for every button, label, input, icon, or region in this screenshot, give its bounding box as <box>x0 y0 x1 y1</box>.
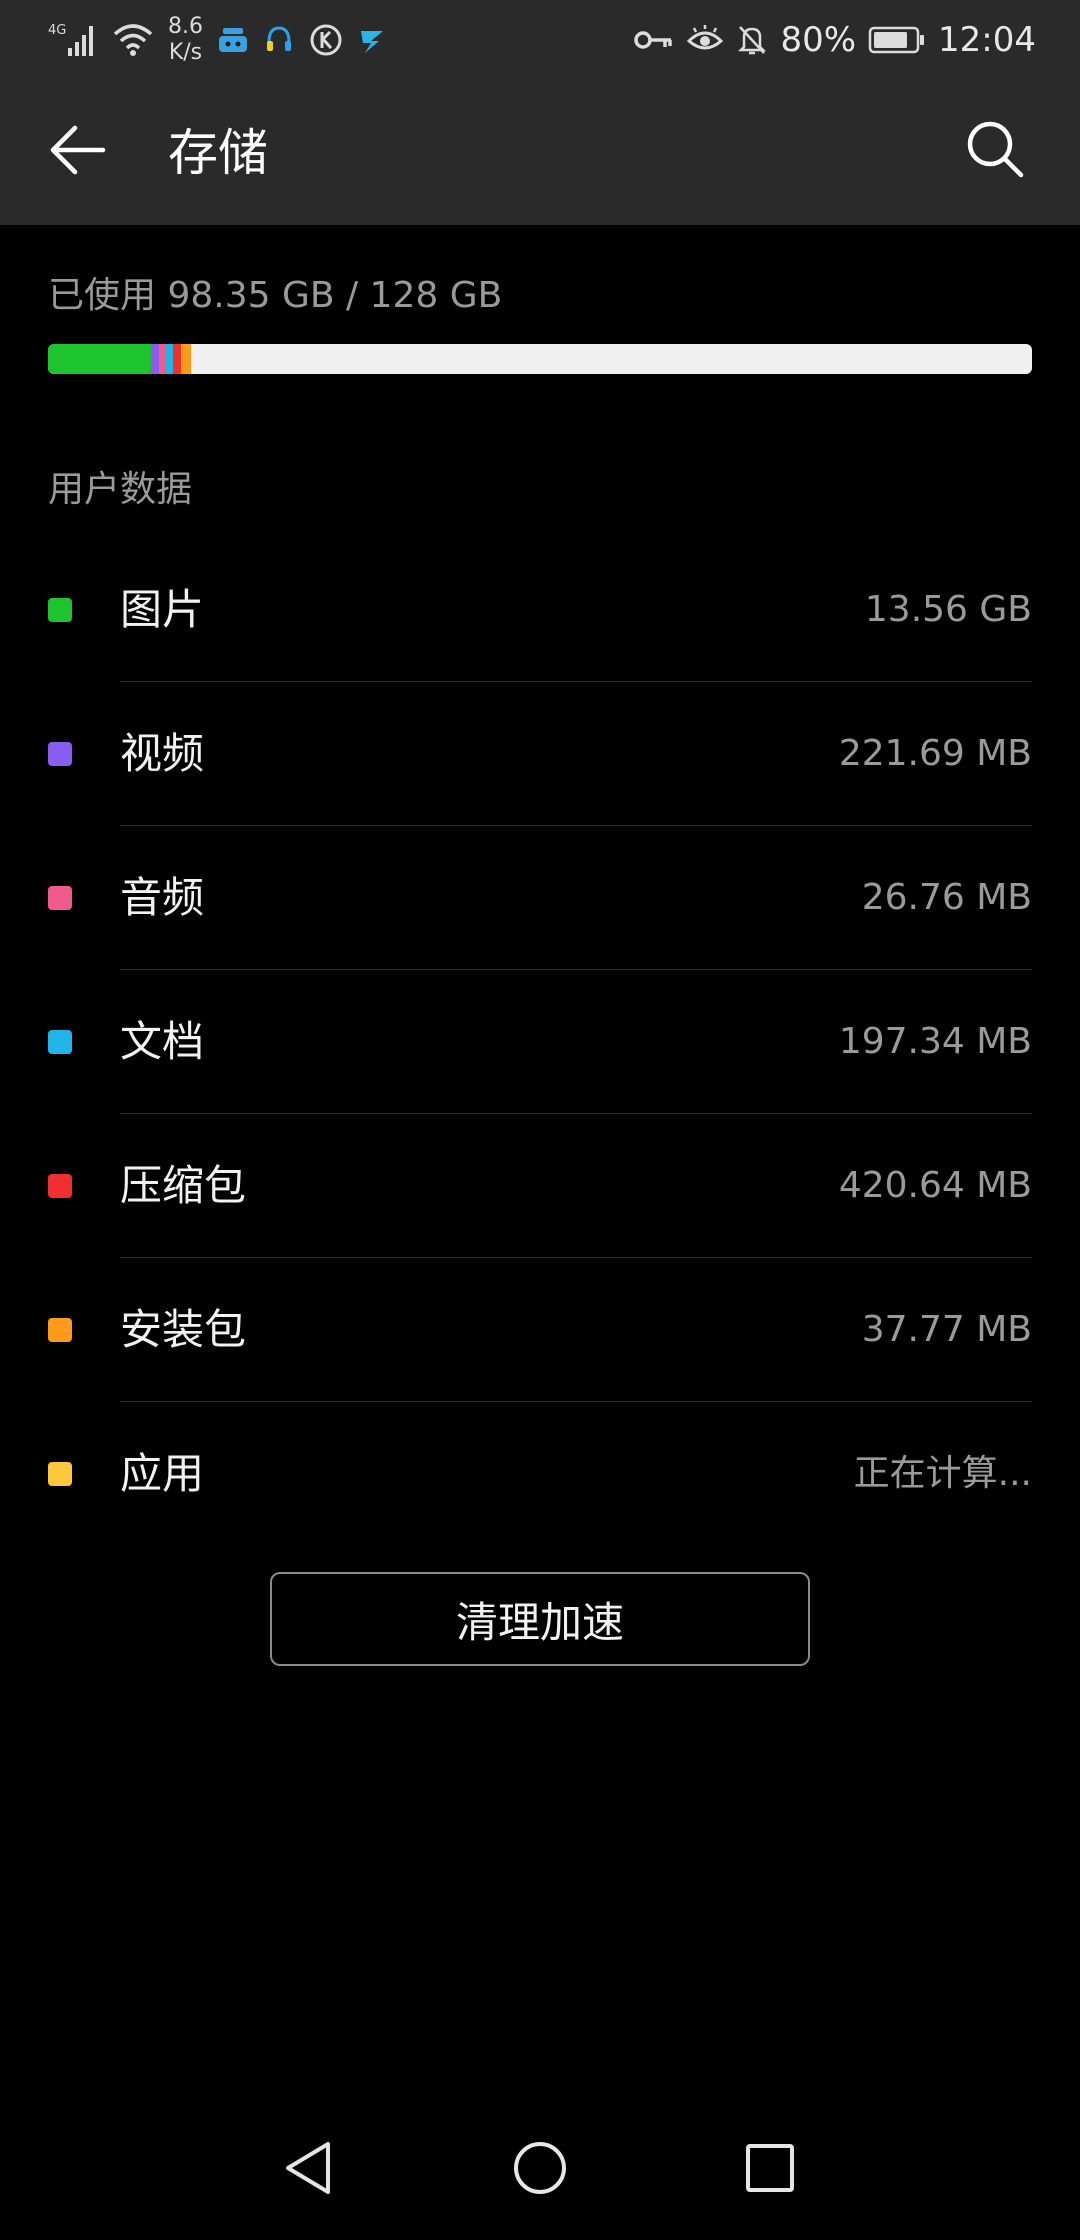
usage-segment-5 <box>180 344 191 374</box>
category-size: 正在计算... <box>853 1453 1032 1494</box>
bolt-app-icon <box>357 25 387 55</box>
net-speed: 8.6 K/s <box>168 14 203 66</box>
category-label: 视频 <box>120 729 205 778</box>
arrow-left-icon <box>47 122 107 182</box>
navigation-bar <box>0 2100 1080 2240</box>
app-notification-icon <box>217 24 249 56</box>
category-label: 图片 <box>120 585 205 634</box>
net-speed-unit: K/s <box>168 40 203 65</box>
category-size: 197.34 MB <box>838 1021 1032 1062</box>
section-header-user-data: 用户数据 <box>48 469 193 510</box>
category-label: 文档 <box>120 1017 205 1066</box>
storage-screen: 4G 8.6 K/s 80% 12:04 存储 已使用 98.35 GB / 1… <box>0 0 1080 2240</box>
storage-usage-text: 已使用 98.35 GB / 128 GB <box>48 275 503 316</box>
category-color-dot <box>48 1318 72 1342</box>
battery-percent: 80% <box>780 20 857 60</box>
category-color-dot <box>48 1174 72 1198</box>
headset-icon <box>263 24 295 56</box>
category-size: 13.56 GB <box>864 589 1032 630</box>
app-bar: 存储 <box>0 80 1080 225</box>
usage-segment-1 <box>151 344 160 374</box>
category-size: 221.69 MB <box>838 733 1032 774</box>
category-color-dot <box>48 886 72 910</box>
usage-segment-3 <box>165 344 173 374</box>
category-row-audio[interactable]: 音频 26.76 MB <box>0 826 1080 970</box>
category-color-dot <box>48 1462 72 1486</box>
category-label: 安装包 <box>120 1305 247 1354</box>
nav-back-button[interactable] <box>270 2130 350 2210</box>
status-left: 4G 8.6 K/s <box>48 12 387 68</box>
eye-icon <box>686 23 724 57</box>
clean-accelerate-button[interactable]: 清理加速 <box>270 1572 810 1666</box>
category-row-images[interactable]: 图片 13.56 GB <box>0 538 1080 682</box>
category-size: 26.76 MB <box>861 877 1032 918</box>
net-speed-value: 8.6 <box>168 14 203 39</box>
category-label: 音频 <box>120 873 205 922</box>
category-list: 图片 13.56 GB 视频 221.69 MB 音频 26.76 MB 文档 … <box>0 538 1080 1546</box>
back-button[interactable] <box>42 117 112 187</box>
k-app-icon <box>309 23 343 57</box>
usage-segment-4 <box>172 344 181 374</box>
category-row-apps[interactable]: 应用 正在计算... <box>0 1402 1080 1546</box>
status-bar: 4G 8.6 K/s 80% 12:04 <box>0 0 1080 80</box>
category-row-videos[interactable]: 视频 221.69 MB <box>0 682 1080 826</box>
nav-recents-icon <box>740 2138 800 2202</box>
category-color-dot <box>48 598 72 622</box>
category-size: 37.77 MB <box>861 1309 1032 1350</box>
nav-home-icon <box>510 2138 570 2202</box>
key-icon <box>634 25 674 55</box>
category-size: 420.64 MB <box>838 1165 1032 1206</box>
nav-recents-button[interactable] <box>730 2130 810 2210</box>
category-label: 应用 <box>120 1449 205 1498</box>
category-row-documents[interactable]: 文档 197.34 MB <box>0 970 1080 1114</box>
usage-segment-0 <box>48 344 152 374</box>
search-icon <box>965 119 1025 183</box>
search-button[interactable] <box>960 116 1030 186</box>
status-right: 80% 12:04 <box>634 12 1036 68</box>
svg-text:4G: 4G <box>48 23 66 38</box>
page-title: 存储 <box>168 124 268 182</box>
category-color-dot <box>48 1030 72 1054</box>
category-row-packages[interactable]: 安装包 37.77 MB <box>0 1258 1080 1402</box>
nav-back-icon <box>280 2138 340 2202</box>
status-time: 12:04 <box>938 20 1036 60</box>
signal-icon: 4G <box>48 20 98 60</box>
battery-icon <box>868 25 926 55</box>
nav-home-button[interactable] <box>500 2130 580 2210</box>
category-color-dot <box>48 742 72 766</box>
wifi-icon <box>112 22 154 58</box>
mute-bell-icon <box>736 23 768 57</box>
storage-usage-bar <box>48 344 1032 374</box>
category-row-archives[interactable]: 压缩包 420.64 MB <box>0 1114 1080 1258</box>
category-label: 压缩包 <box>120 1161 247 1210</box>
